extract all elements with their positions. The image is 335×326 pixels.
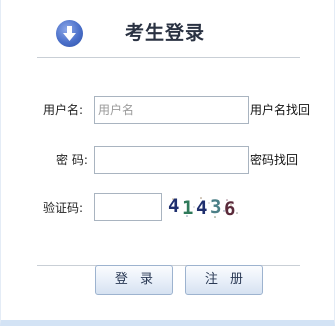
login-panel: 考生登录 用户名: 用户名找回 密 码: 密码找回 验证码: 4 1 4 3 6… xyxy=(0,0,335,326)
page-title: 考生登录 xyxy=(125,22,206,44)
captcha-input[interactable] xyxy=(94,193,162,221)
header-divider xyxy=(37,57,300,58)
password-label: 密 码: xyxy=(56,153,88,167)
captcha-label: 验证码: xyxy=(43,201,84,215)
captcha-char: 1 xyxy=(182,197,194,219)
recover-password-link[interactable]: 密码找回 xyxy=(250,151,298,169)
login-button[interactable]: 登 录 xyxy=(95,265,173,295)
captcha-char: 6 xyxy=(224,198,236,220)
username-input[interactable] xyxy=(94,96,249,124)
captcha-image[interactable]: 4 1 4 3 6 xyxy=(167,194,243,220)
download-arrow-icon xyxy=(56,20,83,47)
captcha-char: 3 xyxy=(210,196,222,218)
captcha-char: 4 xyxy=(168,195,180,217)
username-label: 用户名: xyxy=(43,103,84,117)
register-button[interactable]: 注 册 xyxy=(185,265,263,295)
captcha-char: 4 xyxy=(196,197,208,219)
recover-username-link[interactable]: 用户名找回 xyxy=(250,101,310,119)
password-input[interactable] xyxy=(94,146,249,174)
